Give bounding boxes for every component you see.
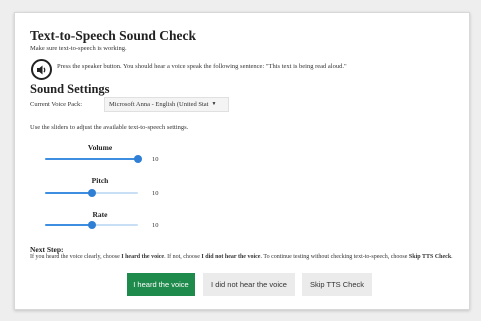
slider-instructions: Use the sliders to adjust the available …	[30, 124, 189, 131]
next-step-skip-term: Skip TTS Check	[408, 254, 452, 260]
next-step-text-4: .	[451, 254, 453, 260]
rate-slider-rest	[92, 224, 138, 226]
next-step-text-1: If you heard the voice clearly, choose	[30, 254, 122, 260]
volume-slider-thumb[interactable]	[134, 155, 142, 163]
next-step-instructions: If you heard the voice clearly, choose I…	[30, 253, 460, 261]
pitch-label: Pitch	[91, 176, 109, 185]
voice-pack-select[interactable]: Microsoft Anna - English (United Stat ▼	[104, 97, 229, 112]
pitch-slider-thumb[interactable]	[88, 189, 96, 197]
pitch-slider-track[interactable]	[45, 192, 92, 194]
next-step-text-2: . If not, choose	[164, 254, 202, 260]
intro-text: Make sure text-to-speech is working.	[30, 45, 127, 52]
did-not-hear-button[interactable]: I did not hear the voice	[203, 273, 295, 296]
chevron-down-icon: ▼	[211, 102, 217, 107]
sound-check-panel	[14, 12, 470, 310]
volume-label: Volume	[87, 143, 113, 152]
rate-value: 10	[152, 222, 159, 229]
speaker-icon	[36, 65, 45, 74]
speaker-button[interactable]	[31, 59, 52, 80]
pitch-slider-rest	[92, 192, 138, 194]
heard-voice-button[interactable]: I heard the voice	[127, 273, 195, 296]
speaker-instructions: Press the speaker button. You should hea…	[57, 63, 347, 70]
voice-pack-label: Current Voice Pack:	[30, 101, 83, 108]
volume-slider-track[interactable]	[45, 158, 138, 160]
next-step-heard-term: I heard the voice	[121, 254, 165, 260]
skip-tts-check-button[interactable]: Skip TTS Check	[302, 273, 372, 296]
volume-value: 10	[152, 156, 159, 163]
rate-label: Rate	[92, 210, 108, 219]
sound-settings-heading: Sound Settings	[30, 82, 110, 96]
rate-slider-thumb[interactable]	[88, 221, 96, 229]
next-step-text-3: . To continue testing without checking t…	[260, 254, 409, 260]
pitch-value: 10	[152, 190, 159, 197]
rate-slider-track[interactable]	[45, 224, 92, 226]
page-title: Text-to-Speech Sound Check	[30, 28, 197, 43]
next-step-not-heard-term: I did not hear the voice	[201, 254, 261, 260]
voice-pack-value: Microsoft Anna - English (United Stat	[109, 101, 209, 108]
